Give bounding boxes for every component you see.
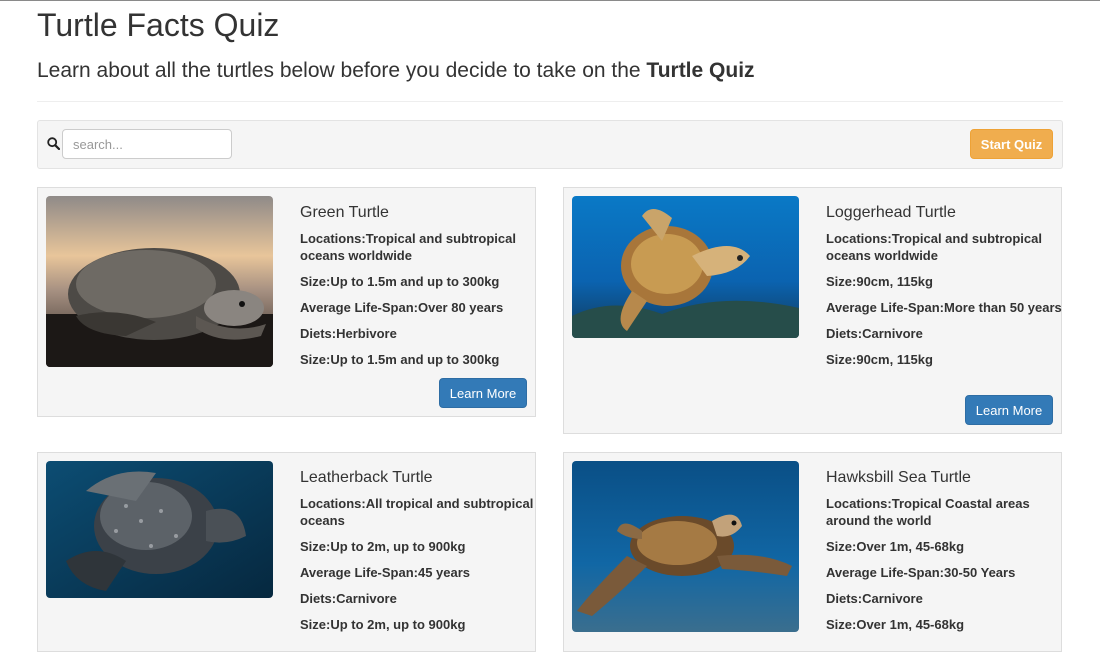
turtle-name: Loggerhead Turtle	[826, 204, 956, 221]
turtle-photo-hawksbill	[572, 461, 799, 632]
turtle-photo-leatherback	[46, 461, 273, 598]
turtle-card-green: Green Turtle Locations:Tropical and subt…	[37, 187, 536, 417]
turtle-lifespan: Average Life-Span:45 years	[300, 565, 471, 580]
turtle-size-repeat: Size:90cm, 115kg	[826, 352, 933, 367]
turtle-locations: Locations:Tropical and subtropical ocean…	[826, 231, 1042, 263]
search-input[interactable]	[62, 129, 232, 159]
turtle-card-leatherback: Leatherback Turtle Locations:All tropica…	[37, 452, 536, 652]
turtle-diets: Diets:Carnivore	[300, 591, 397, 606]
turtle-lifespan: Average Life-Span:30-50 Years	[826, 565, 1016, 580]
turtle-locations: Locations:Tropical Coastal areas around …	[826, 496, 1030, 528]
turtle-info-loggerhead: Loggerhead Turtle Locations:Tropical and…	[826, 204, 1062, 377]
turtle-diets: Diets:Carnivore	[826, 326, 923, 341]
turtle-locations: Locations:Tropical and subtropical ocean…	[300, 231, 516, 263]
turtle-lifespan: Average Life-Span:Over 80 years	[300, 300, 504, 315]
turtle-size: Size:Up to 1.5m and up to 300kg	[300, 274, 500, 289]
search-icon	[47, 137, 60, 150]
turtle-photo-loggerhead	[572, 196, 799, 338]
learn-more-button[interactable]: Learn More	[439, 378, 527, 408]
turtle-info-green: Green Turtle Locations:Tropical and subt…	[300, 204, 536, 377]
turtle-name: Leatherback Turtle	[300, 469, 433, 486]
subtitle-text: Learn about all the turtles below before…	[37, 59, 647, 82]
page-subtitle: Learn about all the turtles below before…	[37, 59, 755, 83]
turtle-info-hawksbill: Hawksbill Sea Turtle Locations:Tropical …	[826, 469, 1062, 642]
turtle-size: Size:Up to 2m, up to 900kg	[300, 539, 466, 554]
header-divider	[37, 101, 1063, 102]
turtle-card-hawksbill: Hawksbill Sea Turtle Locations:Tropical …	[563, 452, 1062, 652]
turtle-size-repeat: Size:Up to 1.5m and up to 300kg	[300, 352, 500, 367]
turtle-lifespan: Average Life-Span:More than 50 years	[826, 300, 1062, 315]
learn-more-button[interactable]: Learn More	[965, 395, 1053, 425]
turtle-size-repeat: Size:Over 1m, 45-68kg	[826, 617, 965, 632]
turtle-name: Hawksbill Sea Turtle	[826, 469, 971, 486]
top-border	[0, 0, 1100, 1]
turtle-info-leatherback: Leatherback Turtle Locations:All tropica…	[300, 469, 536, 642]
turtle-size: Size:Over 1m, 45-68kg	[826, 539, 965, 554]
turtle-locations: Locations:All tropical and subtropical o…	[300, 496, 534, 528]
start-quiz-button[interactable]: Start Quiz	[970, 129, 1053, 159]
turtle-size: Size:90cm, 115kg	[826, 274, 933, 289]
turtle-diets: Diets:Herbivore	[300, 326, 397, 341]
turtle-photo-green	[46, 196, 273, 367]
turtle-name: Green Turtle	[300, 204, 389, 221]
turtle-size-repeat: Size:Up to 2m, up to 900kg	[300, 617, 466, 632]
page-title: Turtle Facts Quiz	[37, 7, 280, 43]
turtle-diets: Diets:Carnivore	[826, 591, 923, 606]
search-toolbar: Start Quiz	[37, 120, 1063, 169]
subtitle-quiz-name: Turtle Quiz	[646, 59, 755, 82]
turtle-card-loggerhead: Loggerhead Turtle Locations:Tropical and…	[563, 187, 1062, 434]
